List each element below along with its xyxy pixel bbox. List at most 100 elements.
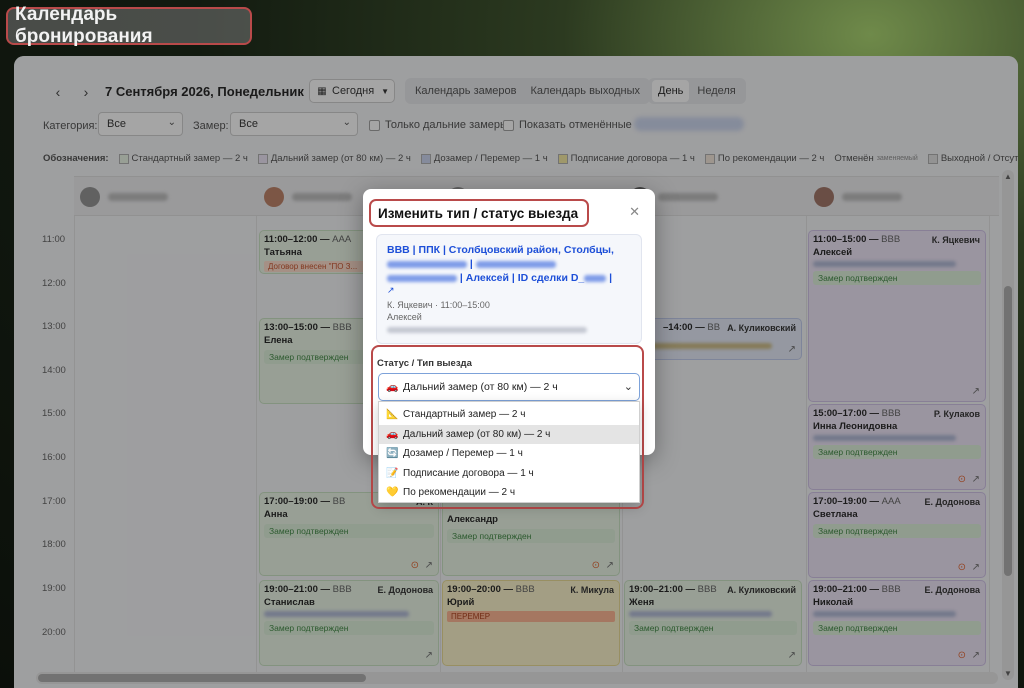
- external-link-icon[interactable]: ↗: [387, 285, 631, 296]
- clock-icon[interactable]: ⊙: [958, 562, 966, 573]
- tab-measure-calendar[interactable]: Календарь замеров: [409, 80, 523, 102]
- heart-icon: 💛: [386, 487, 399, 499]
- blurred-text: [387, 327, 587, 333]
- scroll-thumb[interactable]: [1004, 286, 1012, 576]
- checkbox-box[interactable]: [369, 119, 380, 131]
- external-link-icon[interactable]: ↗: [788, 650, 796, 661]
- external-link-icon[interactable]: ↗: [788, 344, 796, 355]
- tab-day[interactable]: День: [652, 80, 690, 102]
- booking-event[interactable]: 19:00–21:00 — BBB Е. Додонова Станислав …: [259, 580, 439, 666]
- event-time: 19:00–21:00: [264, 584, 318, 595]
- event-type: BBB: [881, 584, 901, 595]
- external-link-icon[interactable]: ↗: [425, 650, 433, 661]
- only-far-checkbox[interactable]: Только дальние замеры: [369, 119, 508, 131]
- close-icon[interactable]: ✕: [629, 204, 640, 220]
- external-link-icon[interactable]: ↗: [972, 650, 980, 661]
- vertical-scrollbar[interactable]: ▲ ▼: [1002, 170, 1014, 680]
- booking-event[interactable]: 11:00–15:00 — BBB К. Яцкевич Алексей Зам…: [808, 230, 986, 402]
- event-assignee: К. Микула: [570, 585, 614, 595]
- ruler-icon: 📐: [386, 409, 399, 421]
- measure-select[interactable]: Все ⌄: [230, 112, 358, 136]
- tab-week[interactable]: Неделя: [691, 80, 741, 102]
- tab-dayoff-calendar[interactable]: Календарь выходных: [525, 80, 646, 102]
- show-cancelled-checkbox[interactable]: Показать отменённые: [503, 119, 632, 131]
- category-label: Категория:: [43, 120, 98, 132]
- clock-icon[interactable]: ⊙: [592, 560, 600, 571]
- next-day-button[interactable]: ›: [78, 84, 94, 100]
- event-assignee: А. Куликовский: [727, 323, 796, 333]
- booking-event[interactable]: 19:00–20:00 — BBB К. Микула Юрий ПЕРЕМЕР: [442, 580, 620, 666]
- status-option-referral[interactable]: 💛 По рекомендации — 2 ч: [379, 483, 639, 503]
- event-time: 13:00–15:00: [264, 322, 318, 333]
- event-time: 11:00–15:00: [813, 234, 867, 245]
- legend-swatch: [257, 153, 268, 164]
- scroll-up-icon[interactable]: ▲: [1002, 172, 1014, 181]
- event-type: BB: [707, 322, 721, 333]
- event-type: BBB: [881, 408, 901, 419]
- status-option-standard[interactable]: 📐 Стандартный замер — 2 ч: [379, 405, 639, 425]
- blurred-text: [584, 274, 607, 282]
- category-select[interactable]: Все ⌄: [98, 112, 183, 136]
- booking-info-card: BBB | ППК | Столбцовский район, Столбцы,…: [376, 234, 642, 344]
- status-select[interactable]: 🚗 Дальний замер (от 80 км) — 2 ч ⌄: [378, 373, 640, 401]
- today-button[interactable]: ▦ Сегодня ▼: [309, 79, 395, 103]
- event-client: Инна Леонидовна: [813, 421, 898, 432]
- booking-info[interactable]: BBB | ППК | Столбцовский район, Столбцы,…: [387, 243, 631, 285]
- external-link-icon[interactable]: ↗: [972, 386, 980, 397]
- event-time: –14:00: [663, 322, 693, 333]
- event-time: 19:00–21:00: [813, 584, 867, 595]
- chevron-down-icon: ⌄: [623, 381, 633, 393]
- option-label: Дальний замер (от 80 км) — 2 ч: [403, 428, 551, 440]
- event-type: BBB: [332, 322, 352, 333]
- event-assignee: Е. Додонова: [924, 497, 980, 507]
- blurred-name: [108, 193, 168, 201]
- external-link-icon[interactable]: ↗: [972, 474, 980, 485]
- blurred-chip[interactable]: [634, 117, 744, 131]
- blurred-text: [387, 274, 457, 282]
- event-assignee: А. Куликовский: [727, 585, 796, 595]
- clock-icon[interactable]: ⊙: [958, 650, 966, 661]
- legend-item: Выходной / Отсутствие: [927, 153, 1018, 164]
- status-option-remeasure[interactable]: 🔄 Дозамер / Перемер — 1 ч: [379, 444, 639, 464]
- event-status: Замер подтвержден: [629, 621, 797, 635]
- event-assignee: Р. Кулаков: [933, 409, 980, 419]
- external-link-icon[interactable]: ↗: [972, 562, 980, 573]
- event-assignee: Е. Додонова: [924, 585, 980, 595]
- column-header: [814, 184, 902, 210]
- scroll-thumb[interactable]: [38, 674, 366, 682]
- checkbox-box[interactable]: [503, 119, 514, 131]
- booking-event[interactable]: 19:00–21:00 — BBB Е. Додонова Николай За…: [808, 580, 986, 666]
- event-time: 17:00–19:00: [813, 496, 867, 507]
- avatar: [264, 187, 284, 207]
- clock-icon[interactable]: ⊙: [958, 474, 966, 485]
- horizontal-scrollbar[interactable]: [36, 672, 998, 684]
- column-header: [264, 184, 352, 210]
- event-time: 19:00–21:00: [629, 584, 683, 595]
- status-option-far[interactable]: 🚗 Дальний замер (от 80 км) — 2 ч: [379, 424, 639, 444]
- blurred-text: [813, 435, 956, 441]
- booking-event[interactable]: 15:00–17:00 — BBB Р. Кулаков Инна Леонид…: [808, 404, 986, 490]
- time-label: 11:00: [42, 234, 66, 245]
- blurred-text: [475, 260, 556, 268]
- grid-line: [256, 216, 257, 676]
- legend-label: Выходной / Отсутствие: [940, 153, 1018, 164]
- legend-item: Дозамер / Перемер — 1 ч: [420, 153, 548, 164]
- legend-label: Дозамер / Перемер — 1 ч: [433, 153, 548, 164]
- status-label: Статус / Тип выезда: [377, 358, 472, 369]
- current-date: 7 Сентября 2026, Понедельник: [105, 84, 304, 99]
- booking-event[interactable]: 17:00–19:00 — AAA Е. Додонова Светлана З…: [808, 492, 986, 578]
- external-link-icon[interactable]: ↗: [606, 560, 614, 571]
- status-option-contract[interactable]: 📝 Подписание договора — 1 ч: [379, 464, 639, 484]
- clock-icon[interactable]: ⊙: [411, 560, 419, 571]
- blurred-name: [292, 193, 352, 201]
- booking-event[interactable]: 19:00–21:00 — BBB А. Куликовский Женя За…: [624, 580, 802, 666]
- scroll-down-icon[interactable]: ▼: [1002, 669, 1014, 678]
- event-status: Замер подтвержден: [813, 621, 981, 635]
- option-label: Дозамер / Перемер — 1 ч: [403, 448, 523, 460]
- prev-day-button[interactable]: ‹: [50, 84, 66, 100]
- grid-line: [989, 216, 990, 676]
- external-link-icon[interactable]: ↗: [425, 560, 433, 571]
- booking-info-text: |: [609, 272, 613, 284]
- time-label: 18:00: [42, 539, 66, 550]
- avatar: [80, 187, 100, 207]
